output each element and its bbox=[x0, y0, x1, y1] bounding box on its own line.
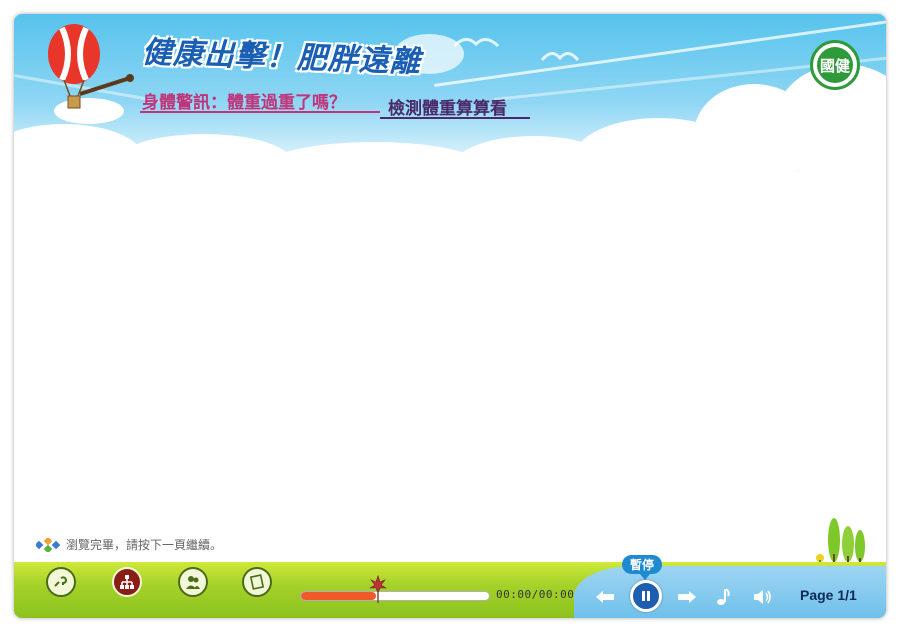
notes-button[interactable] bbox=[242, 567, 272, 597]
lesson-title: 檢測體重算算看 bbox=[388, 99, 507, 119]
music-note-icon bbox=[717, 588, 730, 605]
pause-tooltip: 暫停 bbox=[622, 555, 663, 580]
help-icon bbox=[54, 576, 68, 587]
arrow-left-icon bbox=[596, 591, 614, 603]
status-icon bbox=[36, 537, 60, 552]
status-message: 瀏覽完畢，請按下一頁繼續。 bbox=[36, 536, 222, 553]
app-frame: 健康出擊！肥胖遠離 身體警訊：體重過重了嗎？ 檢測體重算算看 國健 瀏覽完畢，請… bbox=[14, 14, 886, 618]
progress-bar[interactable] bbox=[300, 591, 490, 601]
notes-icon bbox=[249, 574, 265, 590]
subtitle-underline bbox=[140, 111, 380, 113]
music-button[interactable] bbox=[714, 586, 732, 608]
sitemap-icon bbox=[120, 575, 134, 589]
lesson-title-underline bbox=[380, 117, 530, 119]
people-button[interactable] bbox=[178, 567, 208, 597]
birds-icon bbox=[454, 38, 580, 61]
content-area bbox=[14, 174, 886, 534]
progress-fill bbox=[301, 592, 377, 600]
pause-button[interactable] bbox=[630, 580, 662, 612]
people-icon bbox=[186, 576, 200, 589]
time-display: 00:00/00:00 bbox=[496, 588, 575, 601]
prev-button[interactable] bbox=[594, 588, 616, 606]
help-button[interactable] bbox=[46, 567, 76, 597]
speaker-icon bbox=[754, 590, 771, 604]
health-bureau-logo: 國健 bbox=[810, 40, 860, 90]
pause-icon bbox=[642, 591, 650, 601]
sitemap-button[interactable] bbox=[112, 567, 142, 597]
volume-button[interactable] bbox=[752, 587, 774, 607]
arrow-right-icon bbox=[678, 591, 696, 603]
page-indicator: Page 1/1 bbox=[800, 587, 857, 603]
progress-thumb-icon[interactable] bbox=[369, 574, 387, 604]
subtitle: 身體警訊：體重過重了嗎？ bbox=[142, 93, 346, 113]
next-button[interactable] bbox=[676, 588, 698, 606]
hot-air-balloon-icon bbox=[48, 24, 134, 109]
status-text: 瀏覽完畢，請按下一頁繼續。 bbox=[66, 538, 223, 552]
